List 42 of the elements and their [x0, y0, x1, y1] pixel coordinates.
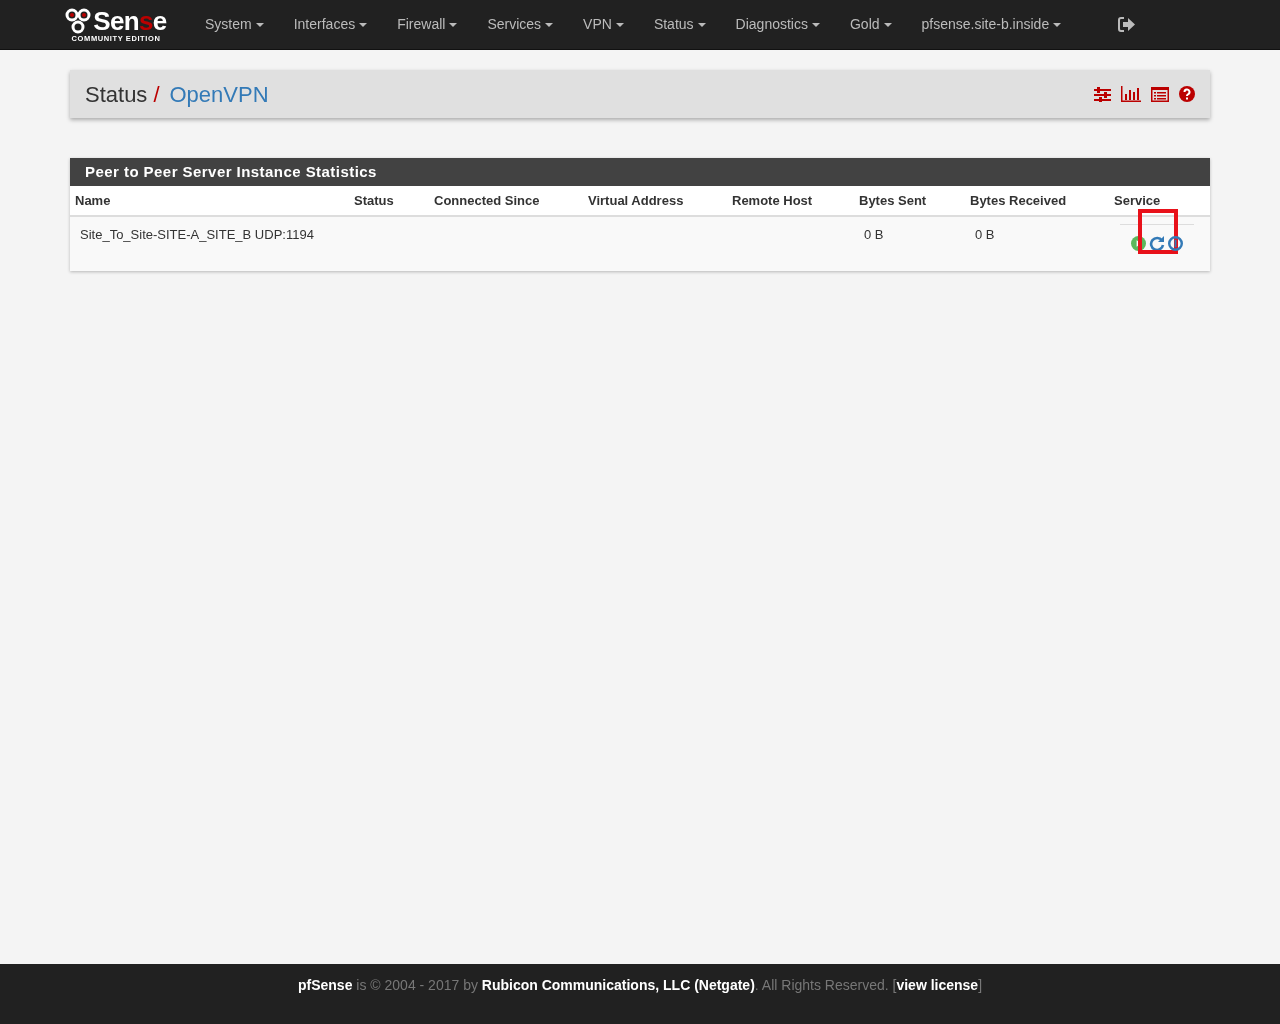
caret-icon [811, 22, 820, 27]
nav-menu[interactable]: Firewall [382, 0, 473, 50]
nav-menu[interactable]: System [190, 0, 279, 50]
copyright-text: pfSense is © 2004 - 2017 by Rubicon Communications, LLC (Netgate). All Rights Reserved. [view license] [297, 976, 983, 995]
column-header: Bytes Sent [858, 191, 928, 210]
column-header: Status [353, 191, 395, 210]
nav-menu[interactable]: Interfaces [278, 0, 383, 50]
table-cell-text: Site_To_Site-SITE-A_SITE_B UDP:1194 [79, 226, 315, 244]
nav-menu[interactable]: Gold [834, 0, 907, 50]
nav-menu[interactable]: Diagnostics [720, 0, 835, 50]
logo-wordmark: Sense [93, 7, 167, 34]
play-circle-icon[interactable] [1130, 235, 1146, 251]
breadcrumb-separator: / [153, 80, 160, 109]
logout-icon[interactable] [1118, 17, 1136, 32]
caret-icon [255, 22, 264, 27]
panel-title: Peer to Peer Server Instance Statistics [70, 158, 1210, 186]
restart-icon[interactable] [1148, 235, 1165, 251]
caret-icon [697, 22, 706, 27]
nav-menu[interactable]: VPN [568, 0, 639, 50]
column-header: Name [74, 191, 112, 210]
column-header: Remote Host [731, 191, 814, 210]
table-cell-text: 0 B [863, 226, 885, 244]
column-header: Bytes Received [969, 191, 1068, 210]
nav-menu[interactable]: pfsense.site-b.inside [906, 0, 1077, 50]
caret-icon [883, 22, 892, 27]
bar-chart-icon[interactable] [1121, 86, 1141, 102]
nav-menu[interactable]: Status [638, 0, 721, 50]
caret-icon [615, 22, 624, 27]
sliders-icon[interactable] [1094, 86, 1111, 102]
caret-icon [1053, 22, 1062, 27]
nav-menu[interactable]: Services [472, 0, 569, 50]
caret-icon [545, 22, 554, 27]
breadcrumb-parent: Status [85, 80, 148, 109]
column-header: Connected Since [433, 191, 541, 210]
column-header: Virtual Address [587, 191, 685, 210]
table-cell-text: 0 B [974, 226, 996, 244]
column-header: Service [1113, 191, 1162, 210]
help-icon[interactable] [1179, 86, 1195, 102]
stop-circle-icon[interactable] [1167, 235, 1183, 251]
log-window-icon[interactable] [1151, 86, 1169, 102]
caret-icon [359, 22, 368, 27]
caret-icon [449, 22, 458, 27]
